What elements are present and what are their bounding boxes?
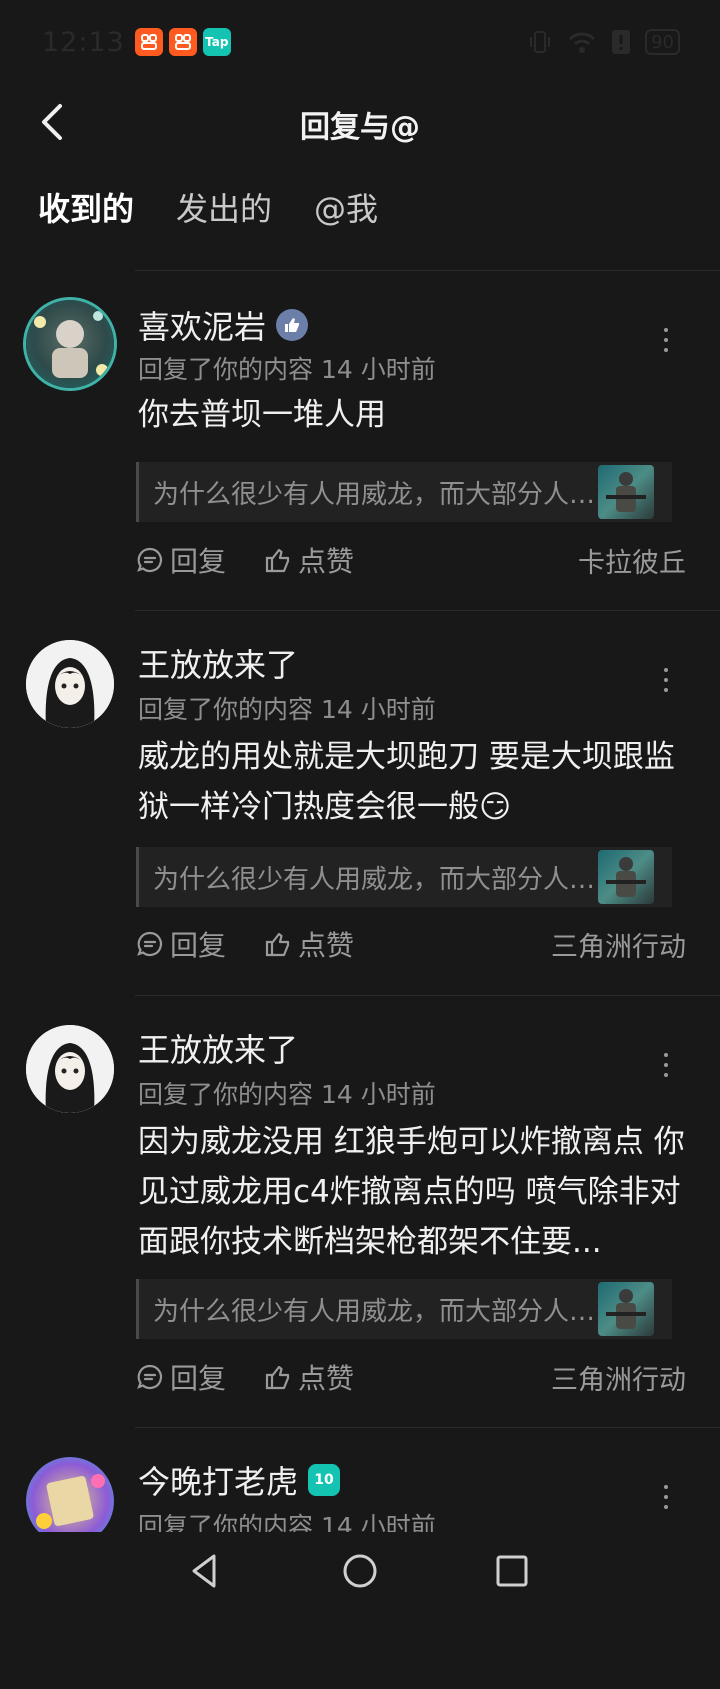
- tab-received[interactable]: 收到的: [38, 184, 134, 234]
- list-item[interactable]: 王放放来了 回复了你的内容 14 小时前 因为威龙没用 红狼手炮可以炸撤离点 你…: [0, 995, 720, 1427]
- more-options-button[interactable]: [656, 1045, 676, 1085]
- reply-label: 回复: [170, 1362, 227, 1395]
- status-bar: 12:13 Tap 90: [0, 0, 720, 84]
- item-actions: 回复 点赞 三角洲行动: [136, 924, 686, 964]
- tab-bar: 收到的 发出的 @我: [38, 184, 378, 234]
- nav-home-button[interactable]: [335, 1546, 385, 1596]
- circle-home-icon: [343, 1554, 377, 1588]
- item-actions: 回复 点赞 卡拉彼丘: [136, 540, 686, 580]
- username[interactable]: 王放放来了: [138, 640, 298, 686]
- reply-button[interactable]: 回复: [136, 540, 226, 580]
- avatar[interactable]: [26, 1025, 114, 1113]
- nav-back-button[interactable]: [180, 1546, 230, 1596]
- divider: [135, 995, 720, 996]
- alert-icon: [612, 30, 631, 54]
- more-options-button[interactable]: [656, 320, 676, 360]
- vibrate-icon: [530, 31, 551, 53]
- more-options-button[interactable]: [656, 660, 676, 700]
- reply-content[interactable]: 因为威龙没用 红狼手炮可以炸撤离点 你见过威龙用c4炸撤离点的吗 喷气除非对面跟…: [138, 1117, 686, 1267]
- battery-indicator: 90: [645, 29, 680, 55]
- reply-button[interactable]: 回复: [136, 924, 226, 964]
- username-row: 王放放来了: [138, 640, 298, 686]
- more-options-button[interactable]: [656, 1477, 676, 1517]
- divider: [135, 270, 720, 271]
- reply-meta: 回复了你的内容 14 小时前: [138, 355, 436, 384]
- triangle-back-icon: [192, 1554, 216, 1588]
- system-nav-bar: [0, 1532, 720, 1610]
- source-game[interactable]: 三角洲行动: [551, 925, 686, 964]
- source-game[interactable]: 三角洲行动: [551, 1358, 686, 1397]
- comment-icon: [137, 931, 163, 957]
- like-label: 点赞: [298, 545, 355, 578]
- like-button[interactable]: 点赞: [264, 540, 354, 580]
- avatar[interactable]: [26, 640, 114, 728]
- quoted-post-thumbnail: [598, 850, 654, 904]
- like-button[interactable]: 点赞: [264, 924, 354, 964]
- item-actions: 回复 点赞 三角洲行动: [136, 1357, 686, 1397]
- thumbs-up-badge-icon: [276, 309, 309, 341]
- quoted-post-thumbnail: [598, 1282, 654, 1336]
- quoted-post-text: 为什么很少有人用威龙，而大部分人都用...: [153, 864, 599, 895]
- username[interactable]: 喜欢泥岩: [138, 302, 266, 348]
- level-badge: 10: [308, 1464, 341, 1496]
- quoted-post-text: 为什么很少有人用威龙，而大部分人都用...: [153, 479, 599, 510]
- quoted-post[interactable]: 为什么很少有人用威龙，而大部分人都用...: [136, 847, 672, 907]
- list-item[interactable]: 喜欢泥岩 回复了你的内容 14 小时前 你去普坝一堆人用 为什么很少有人用威龙，…: [0, 270, 720, 610]
- reply-meta: 回复了你的内容 14 小时前: [138, 1080, 436, 1109]
- reply-content[interactable]: 威龙的用处就是大坝跑刀 要是大坝跟监狱一样冷门热度会很一般😏: [138, 732, 686, 832]
- list-item[interactable]: 王放放来了 回复了你的内容 14 小时前 威龙的用处就是大坝跑刀 要是大坝跟监狱…: [0, 610, 720, 995]
- divider: [135, 1427, 720, 1428]
- reply-button[interactable]: 回复: [136, 1357, 226, 1397]
- username-row: 王放放来了: [138, 1025, 298, 1071]
- quoted-post[interactable]: 为什么很少有人用威龙，而大部分人都用...: [136, 1279, 672, 1339]
- source-game[interactable]: 卡拉彼丘: [578, 541, 686, 580]
- comment-icon: [137, 1364, 163, 1390]
- tap-app-icon: Tap: [202, 28, 231, 56]
- thumbs-up-icon: [265, 932, 290, 957]
- reply-label: 回复: [170, 545, 227, 578]
- quoted-post[interactable]: 为什么很少有人用威龙，而大部分人都用...: [136, 462, 672, 522]
- app-notification-icon: [168, 28, 197, 56]
- reply-meta: 回复了你的内容 14 小时前: [138, 695, 436, 724]
- like-label: 点赞: [298, 1362, 355, 1395]
- username-row: 今晚打老虎 10: [138, 1457, 341, 1503]
- status-indicators: 90: [527, 29, 680, 55]
- username-row: 喜欢泥岩: [138, 302, 309, 348]
- page-title: 回复与@: [300, 110, 420, 145]
- thumbs-up-icon: [265, 1365, 290, 1390]
- reply-label: 回复: [170, 929, 227, 962]
- wifi-icon: [569, 32, 596, 53]
- quoted-post-text: 为什么很少有人用威龙，而大部分人都用...: [153, 1296, 599, 1327]
- avatar[interactable]: [26, 300, 114, 388]
- nav-recents-button[interactable]: [487, 1546, 537, 1596]
- username[interactable]: 今晚打老虎: [138, 1457, 298, 1503]
- comment-icon: [137, 547, 163, 573]
- notification-icons: Tap: [134, 28, 231, 56]
- header: 回复与@: [0, 84, 720, 160]
- thumbs-up-icon: [265, 548, 290, 573]
- quoted-post-thumbnail: [598, 465, 654, 519]
- reply-list: 喜欢泥岩 回复了你的内容 14 小时前 你去普坝一堆人用 为什么很少有人用威龙，…: [0, 270, 720, 1689]
- status-time: 12:13: [42, 26, 125, 58]
- tab-mentions[interactable]: @我: [314, 184, 378, 230]
- like-button[interactable]: 点赞: [264, 1357, 354, 1397]
- square-recents-icon: [496, 1555, 528, 1587]
- like-label: 点赞: [298, 929, 355, 962]
- tab-sent[interactable]: 发出的: [176, 184, 272, 230]
- app-notification-icon: [134, 28, 163, 56]
- divider: [135, 610, 720, 611]
- username[interactable]: 王放放来了: [138, 1025, 298, 1071]
- reply-content[interactable]: 你去普坝一堆人用: [138, 390, 686, 440]
